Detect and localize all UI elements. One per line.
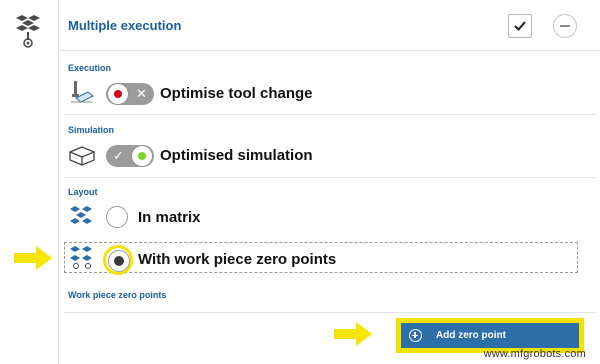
layout-zero-points-radio[interactable] (108, 250, 130, 272)
add-circle-icon (409, 329, 422, 342)
optimise-tool-change-label: Optimise tool change (160, 85, 313, 102)
multiple-execution-icon (16, 15, 40, 48)
remove-button[interactable] (553, 14, 577, 38)
section-divider (64, 177, 596, 178)
matrix-layout-icon (70, 206, 92, 224)
check-icon (514, 21, 526, 31)
toggle-knob (132, 146, 152, 166)
layout-section-label: Layout (68, 187, 98, 197)
optimised-simulation-label: Optimised simulation (160, 147, 313, 164)
panel-header: Multiple execution (58, 0, 600, 51)
zero-points-section-label: Work piece zero points (68, 290, 167, 300)
simulation-box-icon (68, 146, 96, 166)
optimise-tool-change-toggle[interactable]: ✕ (106, 83, 154, 105)
add-zero-point-button[interactable]: Add zero point (401, 323, 579, 348)
section-divider (64, 312, 596, 313)
confirm-button[interactable] (508, 14, 532, 38)
off-indicator-dot (114, 90, 122, 98)
layout-matrix-label: In matrix (138, 209, 201, 226)
minus-icon (560, 25, 570, 27)
on-indicator-dot (138, 152, 146, 160)
add-zero-point-label: Add zero point (436, 330, 506, 341)
left-rail (0, 0, 59, 364)
zero-points-layout-icon (70, 246, 92, 269)
panel-title: Multiple execution (68, 18, 182, 33)
execution-section-label: Execution (68, 63, 112, 73)
multiple-execution-panel: Multiple execution Execution ✕ Optimise … (58, 0, 600, 364)
optimised-simulation-toggle[interactable]: ✓ (106, 145, 154, 167)
pointer-arrow-icon (334, 322, 372, 346)
watermark-text: www.mfgrobots.com (483, 348, 586, 360)
tool-change-icon (71, 81, 94, 103)
pointer-arrow-icon (14, 246, 52, 270)
toggle-x-icon: ✕ (136, 86, 147, 101)
simulation-section-label: Simulation (68, 125, 115, 135)
layout-zero-points-label: With work piece zero points (138, 251, 337, 268)
section-divider (64, 114, 596, 115)
toggle-knob (108, 84, 128, 104)
radio-selected-dot (114, 256, 124, 266)
toggle-check-icon: ✓ (113, 148, 124, 163)
layout-matrix-radio[interactable] (106, 206, 128, 228)
